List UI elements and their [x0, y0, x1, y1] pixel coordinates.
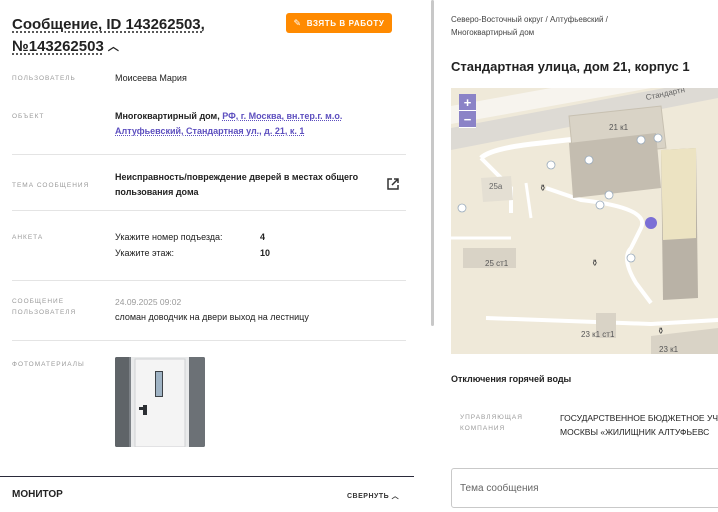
hot-water-outages-title: Отключения горячей воды [451, 374, 572, 384]
monitor-title: МОНИТОР [12, 489, 63, 500]
collapse-button[interactable]: СВЕРНУТЬ ︿ [347, 491, 399, 501]
management-company-line-1: ГОСУДАРСТВЕННОЕ БЮДЖЕТНОЕ УЧ [560, 413, 718, 423]
object-label: ОБЪЕКТ [12, 113, 45, 120]
request-panel: Сообщение, ID 143262503, №143262503 ︿ ✎ В… [0, 0, 430, 512]
left-scrollbar[interactable] [431, 0, 434, 326]
map-label: 23 к1 [659, 345, 679, 354]
divider [12, 280, 406, 281]
topic-label: ТЕМА СООБЩЕНИЯ [12, 182, 90, 189]
zoom-out-button[interactable]: − [459, 111, 476, 128]
zoom-in-button[interactable]: + [459, 94, 476, 111]
chevron-up-icon[interactable]: ︿ [108, 36, 119, 58]
breadcrumb: Северо-Восточный округ / Алтуфьевский / … [451, 15, 608, 37]
form-label: АНКЕТА [12, 234, 44, 241]
message-label: СООБЩЕНИЕ ПОЛЬЗОВАТЕЛЯ [12, 298, 77, 316]
topic-value: Неисправность/повреждение дверей в места… [115, 172, 359, 197]
collapse-label: СВЕРНУТЬ [347, 493, 390, 500]
door-photo-thumbnail[interactable] [115, 357, 205, 447]
building-address: Стандартная улица, дом 21, корпус 1 [451, 59, 690, 74]
object-value: Многоквартирный дом, РФ, г. Москва, вн.т… [115, 109, 395, 139]
divider [12, 340, 406, 341]
management-company-value: ГОСУДАРСТВЕННОЕ БЮДЖЕТНОЕ УЧ МОСКВЫ «ЖИЛ… [560, 411, 718, 439]
management-company-label: УПРАВЛЯЮЩАЯ КОМПАНИЯ [460, 414, 523, 432]
form-question-1: Укажите номер подъезда: [115, 232, 223, 242]
photos-label: ФОТОМАТЕРИАЛЫ [12, 361, 85, 368]
form-question-2: Укажите этаж: [115, 248, 174, 258]
map-label: 21 к1 [609, 123, 629, 132]
divider [12, 154, 406, 155]
message-subject-input[interactable] [451, 468, 718, 508]
take-to-work-button[interactable]: ✎ ВЗЯТЬ В РАБОТУ [286, 13, 392, 33]
page-title[interactable]: Сообщение, ID 143262503, №143262503 ︿ [12, 14, 282, 58]
management-company-line-2: МОСКВЫ «ЖИЛИЩНИК АЛТУФЬЕВС [560, 427, 710, 437]
svg-text:⚱: ⚱ [657, 327, 665, 337]
map-canvas: 21 к1 25а 25 ст1 23 к1 ст1 23 к1 Стандар… [451, 88, 718, 354]
pencil-icon: ✎ [293, 17, 302, 28]
svg-text:⚱: ⚱ [539, 184, 547, 194]
map-marker[interactable] [645, 217, 657, 229]
message-date: 24.09.2025 09:02 [115, 297, 182, 307]
external-link-icon[interactable] [386, 177, 400, 191]
map-label: 23 к1 ст1 [581, 330, 615, 339]
door-photo-image [115, 357, 205, 447]
monitor-section-header: МОНИТОР СВЕРНУТЬ ︿ [0, 476, 414, 512]
svg-text:⚱: ⚱ [591, 259, 599, 269]
map-label: 25а [489, 182, 503, 191]
object-type: Многоквартирный дом, [115, 111, 220, 121]
message-text: сломан доводчик на двери выход на лестни… [115, 312, 309, 322]
map[interactable]: 21 к1 25а 25 ст1 23 к1 ст1 23 к1 Стандар… [451, 88, 718, 354]
map-label: 25 ст1 [485, 259, 509, 268]
form-answer-1: 4 [260, 232, 266, 242]
map-zoom-controls: + − [459, 94, 476, 128]
divider [12, 210, 406, 211]
chevron-up-icon: ︿ [391, 493, 400, 500]
take-to-work-label: ВЗЯТЬ В РАБОТУ [306, 18, 385, 28]
form-answer-2: 10 [260, 248, 271, 258]
user-label: ПОЛЬЗОВАТЕЛЬ [12, 75, 76, 82]
user-value: Моисеева Мария [115, 73, 187, 83]
location-panel: Северо-Восточный округ / Алтуфьевский / … [440, 0, 718, 512]
